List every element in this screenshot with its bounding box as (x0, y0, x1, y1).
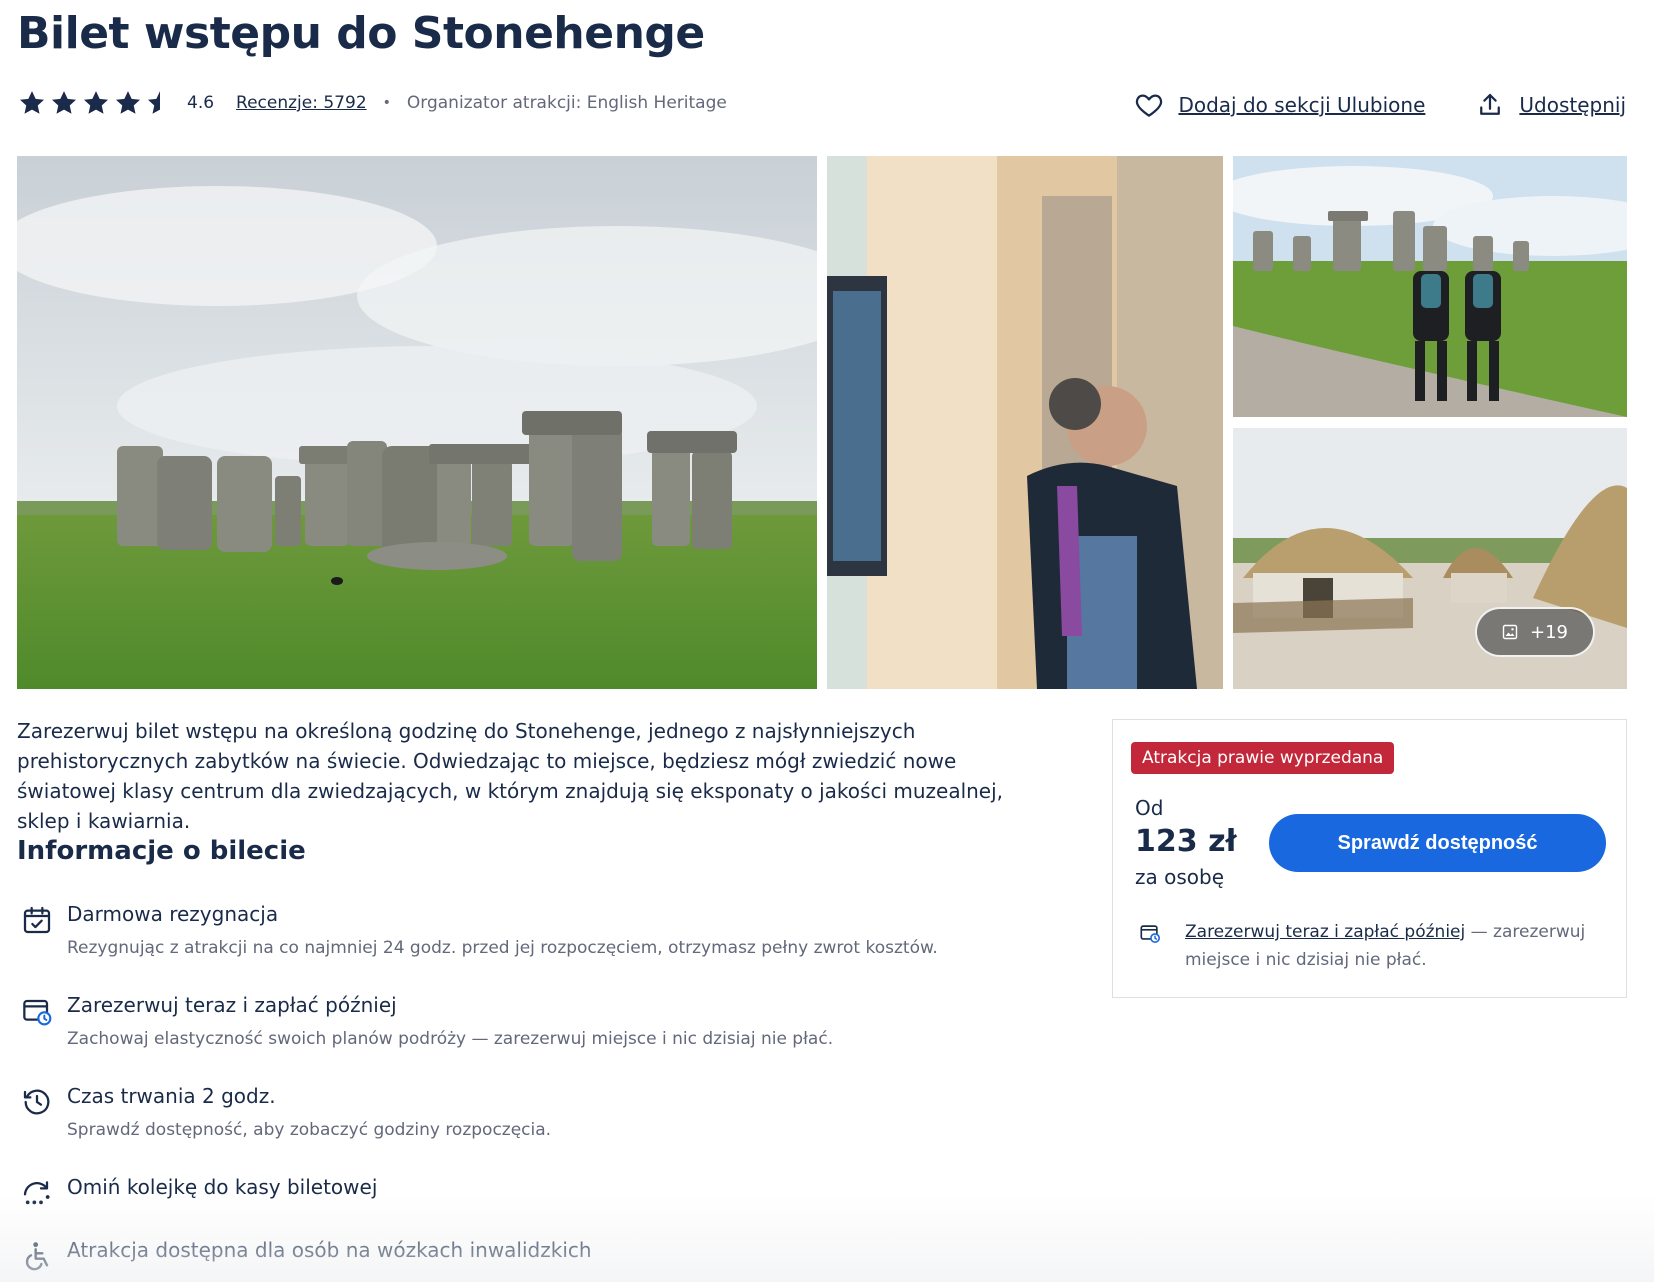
wheelchair-icon (25, 1242, 49, 1271)
skip-line-icon (23, 1181, 50, 1205)
star-icon (20, 91, 44, 114)
photo-visitor-centre[interactable] (827, 156, 1223, 689)
feature-subtitle: Rezygnując z atrakcji na co najmniej 24 … (67, 938, 938, 958)
activity-description: Zarezerwuj bilet wstępu na określoną god… (17, 719, 1004, 833)
photo-visitors-at-stones[interactable] (1233, 156, 1627, 417)
reserve-pay-later-link[interactable]: Zarezerwuj teraz i zapłać później (1185, 922, 1465, 942)
main-photo-stonehenge[interactable] (17, 156, 817, 689)
heart-icon (1136, 94, 1163, 117)
more-photos-count: +19 (1530, 621, 1568, 643)
separator-dot: • (382, 95, 391, 111)
ticket-info-heading: Informacje o bilecie (17, 836, 306, 866)
price-value: 123 zł (1135, 824, 1237, 859)
share-icon (1480, 93, 1501, 115)
star-icon (52, 91, 76, 114)
favorite-button[interactable]: Dodaj do sekcji Ulubione (1134, 90, 1425, 120)
image-icon (1502, 624, 1518, 640)
feature-title: Darmowa rezygnacja (67, 902, 279, 926)
share-button[interactable]: Udostępnij (1475, 90, 1626, 120)
reserve-pay-later-text: Zarezerwuj teraz i zapłać później — zare… (1185, 918, 1605, 974)
price-from-label: Od (1135, 796, 1164, 820)
reviews-link[interactable]: Recenzje: 5792 (236, 93, 367, 113)
check-availability-button[interactable]: Sprawdź dostępność (1269, 814, 1606, 872)
header-actions: Dodaj do sekcji Ulubione Udostępnij (1134, 88, 1626, 122)
favorite-label: Dodaj do sekcji Ulubione (1178, 93, 1426, 117)
share-label: Udostępnij (1519, 93, 1626, 117)
feature-title: Atrakcja dostępna dla osób na wózkach in… (67, 1238, 592, 1262)
rating-bar: 4.6 Recenzje: 5792 • Organizator atrakcj… (17, 88, 727, 118)
rating-stars (17, 88, 175, 118)
sold-out-badge: Atrakcja prawie wyprzedana (1131, 742, 1395, 774)
feature-subtitle: Zachowaj elastyczność swoich planów podr… (67, 1029, 834, 1049)
calendar-clock-icon (1140, 925, 1160, 943)
booking-card: Atrakcja prawie wyprzedana Od 123 zł za … (1112, 719, 1627, 998)
feature-title: Omiń kolejkę do kasy biletowej (67, 1175, 378, 1199)
feature-title: Zarezerwuj teraz i zapłać później (67, 993, 397, 1017)
photo-gallery: +19 (17, 156, 1627, 689)
star-icon (84, 91, 108, 114)
star-icon (116, 91, 140, 114)
feature-subtitle: Sprawdź dostępność, aby zobaczyć godziny… (67, 1120, 552, 1140)
price-per-person: za osobę (1135, 865, 1225, 889)
calendar-clock-icon (23, 999, 52, 1026)
rating-value: 4.6 (187, 93, 215, 113)
more-photos-button[interactable]: +19 (1475, 607, 1595, 657)
organizer-label: Organizator atrakcji: English Heritage (406, 93, 727, 113)
half-star-icon (148, 91, 160, 114)
photo-neolithic-houses[interactable]: +19 (1233, 428, 1627, 689)
feature-title: Czas trwania 2 godz. (67, 1084, 276, 1108)
page-title: Bilet wstępu do Stonehenge (17, 8, 705, 59)
calendar-check-icon (23, 906, 51, 934)
history-clock-icon (23, 1089, 50, 1115)
